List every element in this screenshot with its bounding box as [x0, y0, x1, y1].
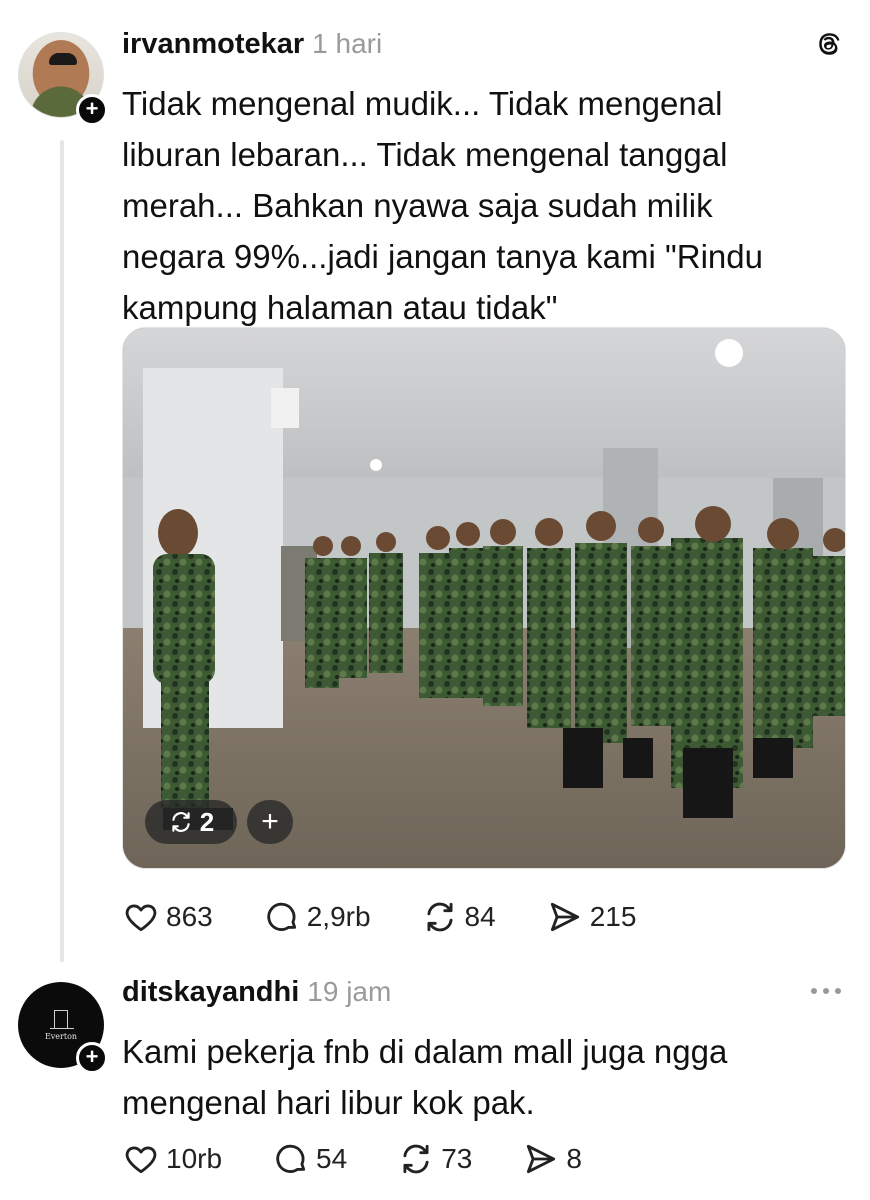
like-button[interactable]: 10rb — [122, 1140, 222, 1178]
repost-icon — [172, 812, 190, 832]
post-timestamp: 1 hari — [312, 28, 383, 59]
post-timestamp: 19 jam — [307, 976, 392, 1007]
repost-button[interactable]: 73 — [397, 1140, 472, 1178]
post-actions-bar: 863 2,9rb 84 215 — [122, 898, 686, 936]
share-button[interactable]: 8 — [522, 1140, 582, 1178]
repost-count: 73 — [441, 1143, 473, 1174]
heart-icon — [125, 1146, 157, 1174]
more-dots-icon[interactable] — [808, 986, 844, 996]
send-icon — [550, 902, 579, 932]
heart-icon — [125, 904, 157, 932]
post-body-text: Tidak mengenal mudik... Tidak mengenal l… — [122, 85, 763, 326]
send-icon — [527, 1144, 556, 1174]
post-actions-bar: 10rb 54 73 8 — [122, 1140, 632, 1178]
image-repost-count-button[interactable]: 2 — [145, 800, 237, 844]
post-header: irvanmotekar 1 hari — [122, 28, 382, 61]
comment-bubble-icon — [276, 1144, 306, 1173]
building-logo-icon — [50, 1010, 74, 1029]
author-username[interactable]: irvanmotekar — [122, 28, 304, 61]
image-repost-count: 2 — [199, 806, 215, 837]
repost-count: 84 — [464, 901, 496, 932]
thread-post: + irvanmotekar 1 hari Tidak mengenal mud… — [0, 0, 870, 962]
post-header: ditskayandhi 19 jam — [122, 976, 391, 1009]
repost-icon — [427, 902, 453, 932]
image-add-plus-icon[interactable]: + — [247, 800, 293, 844]
reply-count: 2,9rb — [306, 901, 371, 932]
reply-count: 54 — [316, 1143, 348, 1174]
avatar-logo-text: Everton — [44, 1032, 78, 1041]
share-button[interactable]: 215 — [546, 898, 637, 936]
like-count: 863 — [166, 901, 213, 932]
repost-icon — [403, 1144, 429, 1174]
post-body-text: Kami pekerja fnb di dalam mall juga ngga… — [122, 1033, 728, 1121]
comment-bubble-icon — [267, 902, 296, 931]
reply-button[interactable]: 2,9rb — [263, 898, 371, 936]
post-photo[interactable]: 2 + — [122, 327, 846, 869]
threads-logo-icon[interactable] — [812, 28, 844, 60]
like-button[interactable]: 863 — [122, 898, 213, 936]
follow-plus-icon[interactable]: + — [76, 1042, 108, 1074]
repost-button[interactable]: 84 — [421, 898, 496, 936]
share-count: 215 — [589, 901, 637, 932]
follow-plus-icon[interactable]: + — [76, 94, 108, 126]
soldiers-photo-image — [123, 328, 845, 868]
thread-connector-line — [60, 140, 64, 962]
author-username[interactable]: ditskayandhi — [122, 976, 299, 1009]
like-count: 10rb — [166, 1143, 223, 1174]
share-count: 8 — [566, 1143, 582, 1174]
reply-post: Everton + ditskayandhi 19 jam Kami peker… — [0, 960, 870, 1200]
reply-button[interactable]: 54 — [272, 1140, 347, 1178]
